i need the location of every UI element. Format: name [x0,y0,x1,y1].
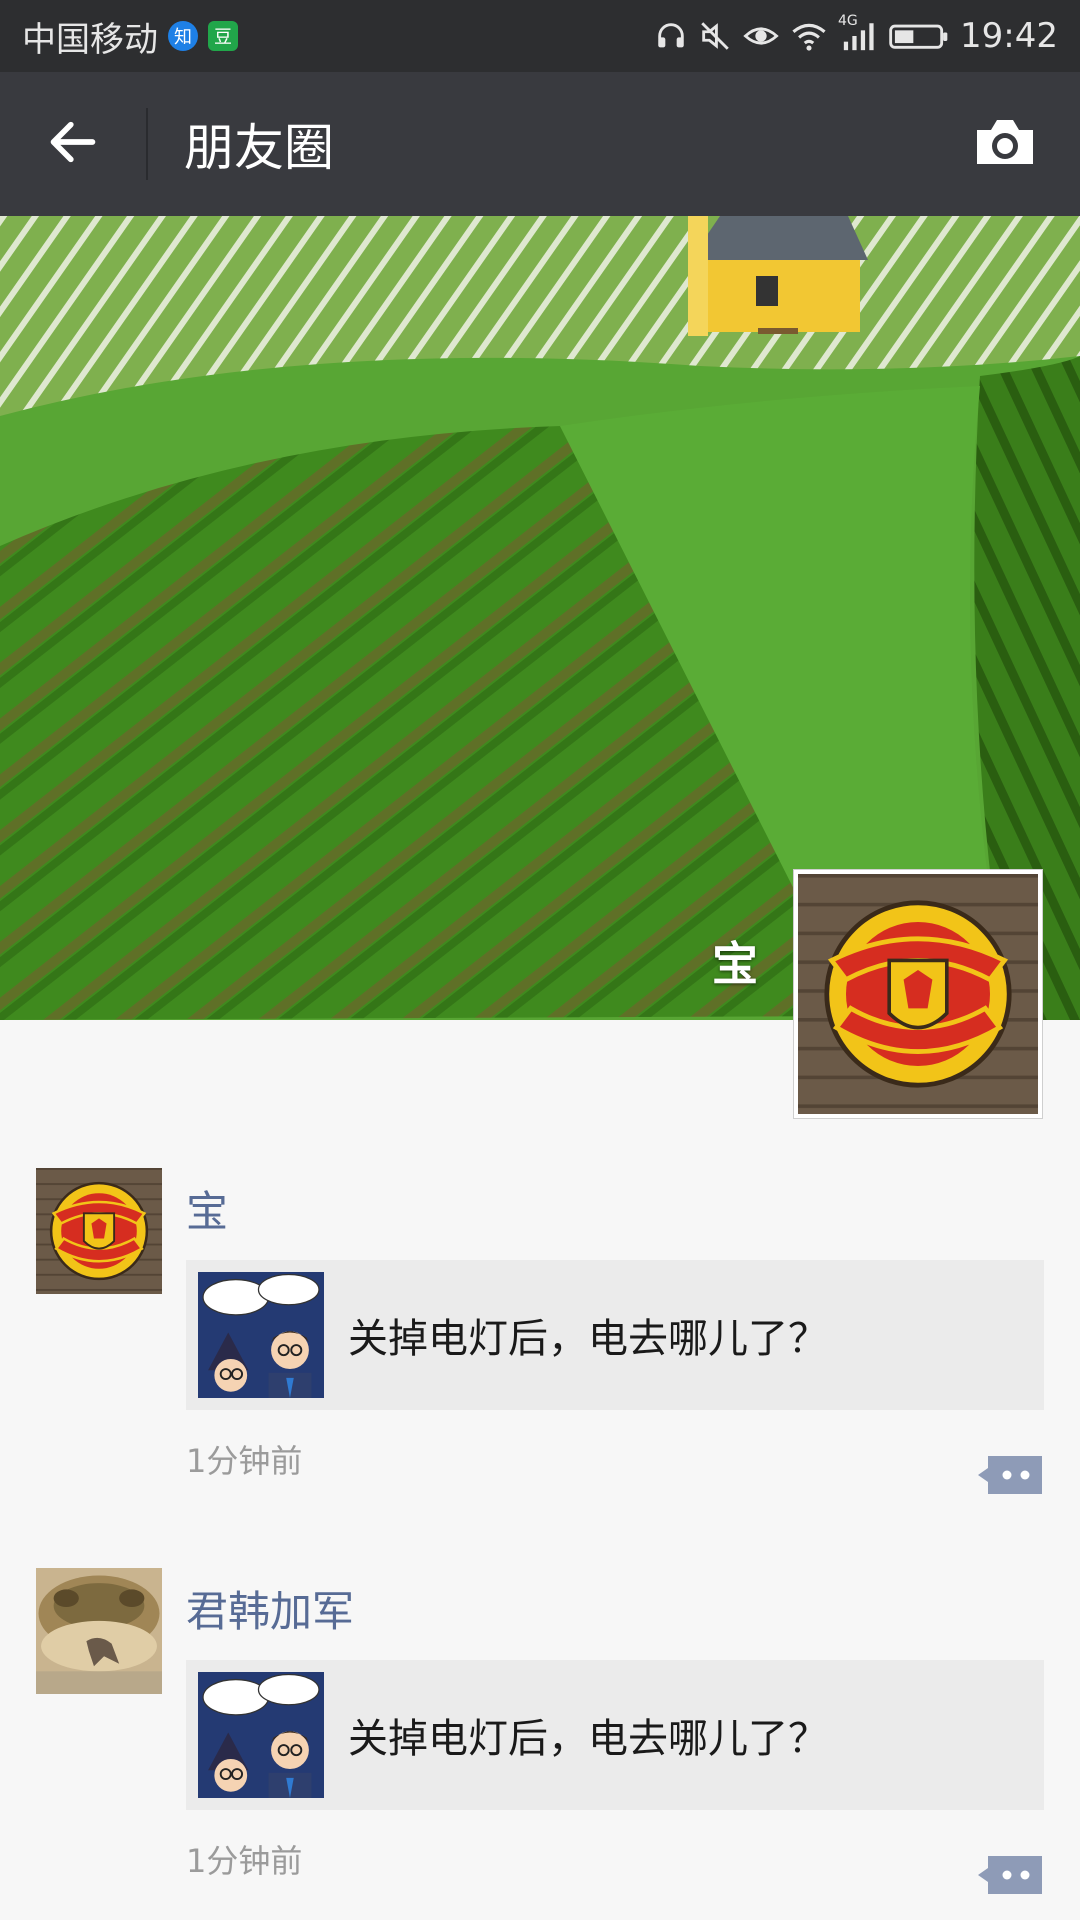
signal-4g-icon: 4G [838,13,878,53]
shared-link-title: 关掉电灯后，电去哪儿了？ [348,1316,828,1362]
status-bar: 中国移动 知 豆 4G 19:42 [0,0,1080,72]
comment-button[interactable] [976,1454,1044,1496]
network-type-label: 4G [838,13,858,29]
post-avatar[interactable] [36,1168,162,1294]
douban-app-icon: 豆 [208,21,238,51]
eye-icon [742,19,780,53]
camera-button[interactable] [930,72,1080,216]
frog-avatar-icon [36,1568,162,1694]
camera-icon [971,116,1039,172]
post-author-name[interactable]: 君韩加军 [186,1578,354,1639]
back-arrow-icon [47,116,99,172]
carrier-label: 中国移动 [22,19,158,60]
manchester-united-crest-icon [798,874,1038,1114]
shared-link-card[interactable]: 关掉电灯后，电去哪儿了？ [186,1660,1044,1810]
page-title: 朋友圈 [184,119,334,177]
back-button[interactable] [0,72,146,216]
title-bar: 朋友圈 [0,72,1080,216]
post-avatar[interactable] [36,1568,162,1694]
zhihu-app-icon: 知 [168,21,198,51]
headphones-icon [654,19,688,53]
profile-avatar[interactable] [793,869,1043,1119]
comment-button[interactable] [976,1854,1044,1896]
post-timestamp: 1分钟前 [186,1442,303,1480]
shared-link-title: 关掉电灯后，电去哪儿了？ [348,1716,828,1762]
house-illustration [688,216,868,336]
wifi-icon [790,19,828,53]
clock: 19:42 [960,16,1058,56]
shared-link-thumbnail [198,1672,324,1798]
shared-link-card[interactable]: 关掉电灯后，电去哪儿了？ [186,1260,1044,1410]
comment-dots-icon [976,1856,1044,1900]
shared-link-thumbnail [198,1272,324,1398]
profile-name: 宝 [712,937,758,991]
post-author-name[interactable]: 宝 [186,1178,228,1239]
manchester-united-crest-icon [36,1168,162,1294]
cartoon-thumbnail-icon [198,1272,324,1398]
comment-dots-icon [976,1456,1044,1500]
post-timestamp: 1分钟前 [186,1842,303,1880]
mute-icon [698,19,732,53]
title-divider [146,108,148,180]
battery-icon [888,19,950,53]
cartoon-thumbnail-icon [198,1672,324,1798]
